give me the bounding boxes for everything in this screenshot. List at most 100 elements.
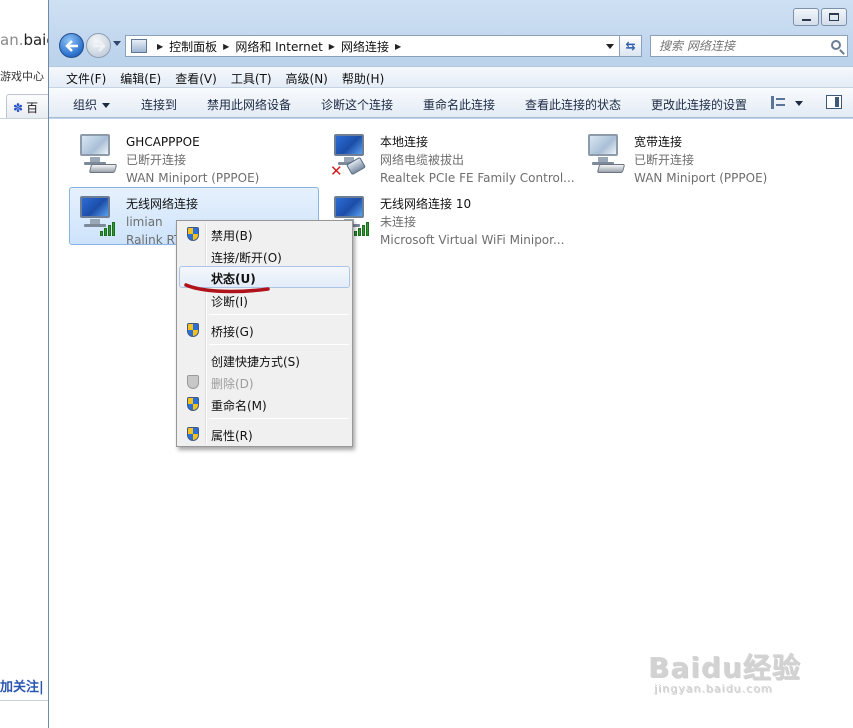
search-input[interactable] <box>659 39 819 53</box>
connections-list: GHCAPPPOE 已断开连接 WAN Miniport (PPPOE) ✕ 本… <box>49 119 853 728</box>
minimize-button[interactable] <box>793 8 819 26</box>
connection-item-wireless-10[interactable]: 无线网络连接 10 未连接 Microsoft Virtual WiFi Min… <box>323 187 573 247</box>
uac-shield-icon <box>187 375 199 389</box>
command-bar: 组织 连接到 禁用此网络设备 诊断这个连接 重命名此连接 查看此连接的状态 更改… <box>49 88 853 118</box>
connection-name: 无线网络连接 10 <box>380 197 472 211</box>
address-bar[interactable]: ▶ 控制面板 ▶ 网络和 Internet ▶ 网络连接 ▶ <box>125 35 620 57</box>
rename-connection-button[interactable]: 重命名此连接 <box>423 96 495 113</box>
control-panel-icon <box>131 39 147 53</box>
baidu-jingyan-watermark: Baidu经验 jingyan.baidu.com <box>648 646 801 695</box>
connection-status: 已断开连接 <box>634 153 695 167</box>
baidu-paw-icon: ✽ <box>13 101 24 115</box>
back-arrow-icon <box>64 39 78 52</box>
network-monitor-icon <box>330 132 368 165</box>
connection-name: 无线网络连接 <box>126 197 199 211</box>
search-box[interactable] <box>650 35 848 57</box>
background-browser-window: an.baic 游戏中心 ✽百 加关注| <box>0 0 48 728</box>
network-monitor-icon <box>76 132 114 165</box>
network-monitor-icon <box>584 132 622 165</box>
connect-to-button[interactable]: 连接到 <box>141 96 177 113</box>
refresh-icon: ⇆ <box>625 39 636 53</box>
maximize-icon <box>829 13 839 21</box>
connection-device: Microsoft Virtual WiFi Minipor... <box>380 233 565 247</box>
network-connections-window: ▶ 控制面板 ▶ 网络和 Internet ▶ 网络连接 ▶ ⇆ 文件(F) 编… <box>48 0 853 728</box>
menu-item-disable[interactable]: 禁用(B) <box>179 223 350 245</box>
wan-modem-icon <box>596 164 626 173</box>
menu-item-status[interactable]: 状态(U) <box>179 266 350 288</box>
uac-shield-icon <box>187 323 199 337</box>
connection-device: WAN Miniport (PPPOE) <box>126 171 260 185</box>
menu-item-create-shortcut[interactable]: 创建快捷方式(S) <box>179 349 350 371</box>
connection-name: 宽带连接 <box>634 135 683 149</box>
wifi-signal-icon <box>100 220 120 236</box>
forward-arrow-icon <box>92 39 106 52</box>
menu-view[interactable]: 查看(V) <box>168 67 224 87</box>
connection-status: 已断开连接 <box>126 153 187 167</box>
background-divider <box>0 700 48 701</box>
menu-separator <box>209 418 349 419</box>
wifi-signal-icon <box>354 220 374 236</box>
window-controls <box>793 8 847 26</box>
forward-button[interactable] <box>86 33 111 58</box>
organize-button[interactable]: 组织 <box>73 96 111 113</box>
back-button[interactable] <box>59 33 84 58</box>
menu-advanced[interactable]: 高级(N) <box>279 67 335 87</box>
connection-status: 网络电缆被拔出 <box>380 153 465 167</box>
watermark-logo: Baidu经验 <box>648 651 801 684</box>
uac-shield-icon <box>187 427 199 441</box>
menu-separator <box>209 344 349 345</box>
recent-pages-dropdown[interactable] <box>113 41 121 46</box>
connection-status: 未连接 <box>380 215 417 229</box>
menu-tools[interactable]: 工具(T) <box>224 67 279 87</box>
uac-shield-icon <box>187 397 199 411</box>
maximize-button[interactable] <box>821 8 847 26</box>
search-icon[interactable] <box>831 40 841 50</box>
connection-name: GHCAPPPOE <box>126 135 200 149</box>
uac-shield-icon <box>187 227 199 241</box>
background-browser-tab[interactable]: ✽ 百 <box>6 94 48 118</box>
menu-bar: 文件(F) 编辑(E) 查看(V) 工具(T) 高级(N) 帮助(H) <box>49 66 853 88</box>
background-link-game-center[interactable]: 游戏中心 <box>0 68 44 84</box>
breadcrumb-network-internet[interactable]: 网络和 Internet <box>235 38 322 55</box>
breadcrumb-network-connections[interactable]: 网络连接 <box>341 38 389 55</box>
change-settings-button[interactable]: 更改此连接的设置 <box>651 96 747 113</box>
disable-device-button[interactable]: 禁用此网络设备 <box>207 96 291 113</box>
view-status-button[interactable]: 查看此连接的状态 <box>525 96 621 113</box>
connection-item-local[interactable]: ✕ 本地连接 网络电缆被拔出 Realtek PCIe FE Family Co… <box>323 125 575 185</box>
connection-device: WAN Miniport (PPPOE) <box>634 171 768 185</box>
chevron-right-icon[interactable]: ▶ <box>395 42 401 51</box>
chevron-down-icon <box>102 103 111 108</box>
menu-item-bridge[interactable]: 桥接(G) <box>179 319 350 341</box>
menu-item-delete: 删除(D) <box>179 371 350 393</box>
watermark-url: jingyan.baidu.com <box>654 682 773 695</box>
connection-item-broadband[interactable]: 宽带连接 已断开连接 WAN Miniport (PPPOE) <box>577 125 827 185</box>
view-options-dropdown[interactable] <box>795 101 803 106</box>
background-url-text: an.baic <box>0 31 48 49</box>
connection-item-ghcapppoe[interactable]: GHCAPPPOE 已断开连接 WAN Miniport (PPPOE) <box>69 125 319 185</box>
connection-name: 本地连接 <box>380 135 429 149</box>
chevron-right-icon[interactable]: ▶ <box>157 42 163 51</box>
preview-pane-icon[interactable] <box>826 95 842 109</box>
address-dropdown-icon[interactable] <box>606 44 614 49</box>
menu-item-properties[interactable]: 属性(R) <box>179 423 350 445</box>
menu-item-connect-disconnect[interactable]: 连接/断开(O) <box>179 245 350 267</box>
refresh-button[interactable]: ⇆ <box>620 35 642 57</box>
breadcrumb-control-panel[interactable]: 控制面板 <box>169 38 217 55</box>
context-menu: 禁用(B) 连接/断开(O) 状态(U) 诊断(I) 桥接(G) 创建快捷方式(… <box>176 220 353 447</box>
change-view-icon[interactable] <box>771 96 785 109</box>
chevron-right-icon[interactable]: ▶ <box>223 42 229 51</box>
background-follow-link[interactable]: 加关注| <box>0 676 44 695</box>
menu-edit[interactable]: 编辑(E) <box>113 67 168 87</box>
menu-file[interactable]: 文件(F) <box>59 67 113 87</box>
menu-help[interactable]: 帮助(H) <box>335 67 391 87</box>
menu-item-rename[interactable]: 重命名(M) <box>179 393 350 415</box>
menu-separator <box>209 314 349 315</box>
minimize-icon <box>801 19 811 21</box>
background-divider <box>0 118 48 119</box>
menu-item-diagnose[interactable]: 诊断(I) <box>179 289 350 311</box>
diagnose-connection-button[interactable]: 诊断这个连接 <box>321 96 393 113</box>
wan-modem-icon <box>88 164 118 173</box>
disconnected-x-icon: ✕ <box>330 162 343 180</box>
navigation-bar: ▶ 控制面板 ▶ 网络和 Internet ▶ 网络连接 ▶ ⇆ <box>49 32 853 60</box>
chevron-right-icon[interactable]: ▶ <box>329 42 335 51</box>
